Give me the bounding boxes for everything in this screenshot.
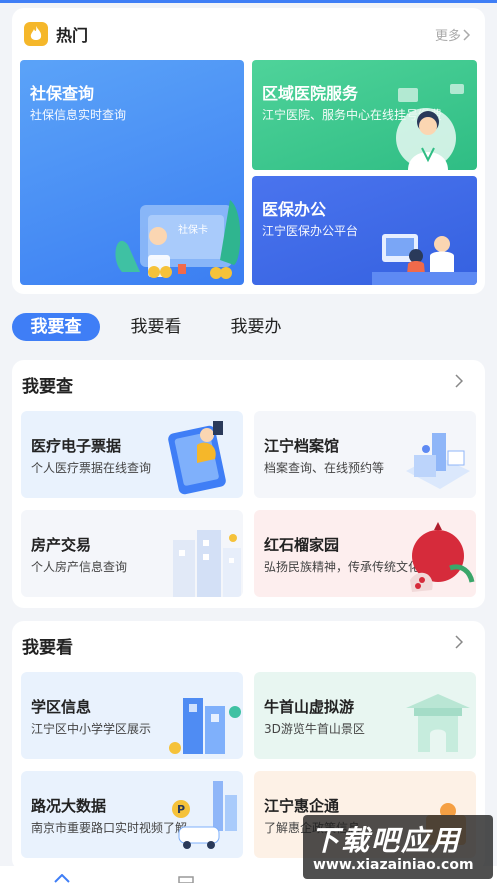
tab-handle[interactable]: 我要办 <box>212 313 300 341</box>
home-icon[interactable] <box>54 874 70 883</box>
doctor-illustration <box>396 84 464 170</box>
section-title: 我要查 <box>22 377 73 397</box>
item-title: 医疗电子票据 <box>31 437 122 455</box>
item-medical-e-bill[interactable]: 医疗电子票据 个人医疗票据在线查询 <box>21 411 243 498</box>
watermark-logo: 下载吧应用 www.xiazainiao.com <box>303 815 493 879</box>
item-jiangning-archives[interactable]: 江宁档案馆 档案查询、在线预约等 <box>254 411 476 498</box>
watermark-text: 下载吧应用 <box>311 824 462 857</box>
school-building-illustration <box>169 698 241 754</box>
item-title: 江宁档案馆 <box>264 437 340 455</box>
item-subtitle: 江宁区中小学学区展示 <box>31 722 152 736</box>
list-icon[interactable] <box>178 876 194 883</box>
more-link[interactable]: 更多 <box>435 25 471 44</box>
section-query: 我要查 医疗电子票据 个人医疗票据在线查询 江宁档案馆 档案查询、在线预约等 房… <box>12 360 485 608</box>
tile-regional-hospital-service[interactable]: 区域医院服务 江宁医院、服务中心在线挂号缴费 <box>252 60 477 170</box>
watermark-url: www.xiazainiao.com <box>313 857 474 873</box>
tab-view[interactable]: 我要看 <box>112 313 200 341</box>
archive-building-illustration <box>406 433 470 489</box>
phone-receipt-illustration <box>168 421 226 495</box>
item-subtitle: 档案查询、在线预约等 <box>264 461 385 475</box>
tile-medical-insurance-office[interactable]: 医保办公 江宁医保办公平台 <box>252 176 477 285</box>
traffic-city-illustration: P <box>172 781 237 849</box>
item-title: 牛首山虚拟游 <box>264 698 355 716</box>
pomegranate-illustration <box>410 522 475 592</box>
tab-query[interactable]: 我要查 <box>12 313 100 341</box>
item-subtitle: 3D游览牛首山景区 <box>264 722 365 736</box>
item-niushou-mountain-virtual-tour[interactable]: 牛首山虚拟游 3D游览牛首山景区 <box>254 672 476 759</box>
item-real-estate-transaction[interactable]: 房产交易 个人房产信息查询 <box>21 510 243 597</box>
social-security-card-illustration: 社保卡 <box>115 200 241 279</box>
item-title: 江宁惠企通 <box>264 797 340 815</box>
item-title: 红石榴家园 <box>264 536 340 554</box>
hot-title: 热门 <box>56 26 89 45</box>
top-accent-line <box>0 0 497 3</box>
item-subtitle: 个人医疗票据在线查询 <box>31 461 152 475</box>
pavilion-illustration <box>406 694 470 752</box>
item-subtitle: 个人房产信息查询 <box>31 560 128 574</box>
item-title: 路况大数据 <box>31 797 107 815</box>
card-label: 社保卡 <box>178 223 208 236</box>
svg-text:P: P <box>177 803 185 816</box>
hot-header: 热门 <box>24 20 88 48</box>
item-red-pomegranate-home[interactable]: 红石榴家园 弘扬民族精神，传承传统文化 <box>254 510 476 597</box>
tile-social-security-query[interactable]: 社保查询 社保信息实时查询 社保卡 <box>20 60 244 285</box>
chevron-right-icon <box>463 28 471 41</box>
chevron-right-icon[interactable] <box>455 635 463 649</box>
item-school-district-info[interactable]: 学区信息 江宁区中小学学区展示 <box>21 672 243 759</box>
section-title: 我要看 <box>22 638 73 658</box>
item-title: 房产交易 <box>31 536 92 554</box>
flame-icon <box>24 22 48 46</box>
more-label: 更多 <box>434 29 461 44</box>
chevron-right-icon[interactable] <box>455 374 463 388</box>
item-title: 学区信息 <box>31 698 92 716</box>
item-traffic-big-data[interactable]: 路况大数据 南京市重要路口实时视频了解 P <box>21 771 243 858</box>
buildings-illustration <box>173 530 241 597</box>
clinic-illustration <box>372 234 477 285</box>
